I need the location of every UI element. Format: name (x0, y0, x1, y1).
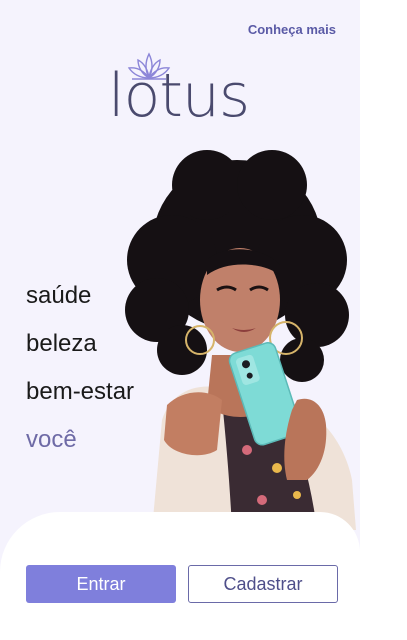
signup-button[interactable]: Cadastrar (188, 565, 338, 603)
tagline-beauty: beleza (26, 330, 97, 357)
tagline-health: saúde (26, 282, 92, 309)
tagline-you: você (26, 426, 77, 453)
tagline-list: saúde beleza bem-estar você (26, 278, 134, 458)
lotus-logo: lotus (108, 50, 260, 126)
welcome-screen: Conheça mais lotus saúde beleza bem-esta… (0, 0, 360, 640)
login-button[interactable]: Entrar (26, 565, 176, 603)
woman-holding-phone-photo (125, 150, 356, 530)
learn-more-link[interactable]: Conheça mais (248, 22, 336, 37)
logo-wordmark: lotus (108, 61, 250, 131)
tagline-wellbeing: bem-estar (26, 378, 135, 405)
